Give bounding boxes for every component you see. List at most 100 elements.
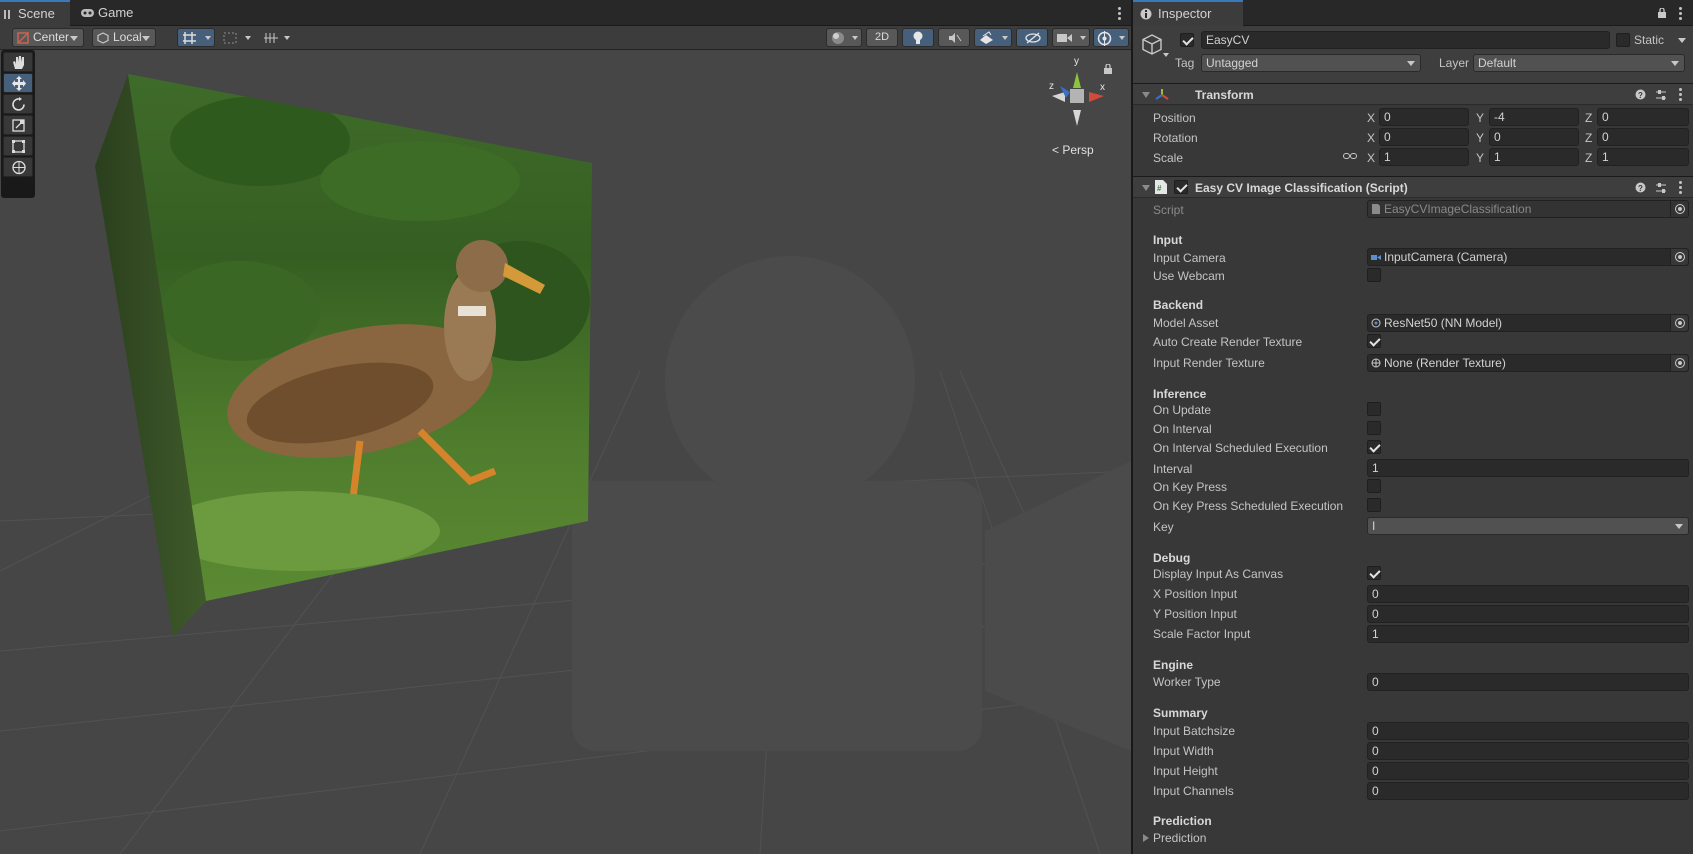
effects-toggle[interactable] (974, 28, 1012, 47)
rotation-y-field[interactable]: 0 (1489, 128, 1579, 146)
hidden-objects-toggle[interactable] (1016, 28, 1048, 47)
transform-more-menu-icon[interactable] (1679, 88, 1683, 103)
orientation-gizmo[interactable]: y x z (1044, 56, 1110, 136)
audio-mute-icon (949, 33, 962, 43)
projection-toggle[interactable]: < Persp (1052, 143, 1094, 157)
position-z-field[interactable]: 0 (1597, 108, 1689, 126)
object-picker-icon[interactable] (1670, 249, 1688, 265)
audio-toggle[interactable] (938, 28, 970, 47)
rect-tool[interactable] (3, 136, 33, 156)
model-asset-label: Model Asset (1153, 316, 1219, 330)
on-interval-checkbox[interactable] (1367, 421, 1381, 435)
tab-game[interactable]: Game (78, 0, 142, 26)
y-pos-input-field[interactable]: 0 (1367, 605, 1689, 623)
scene-3d-canvas[interactable] (0, 51, 1131, 854)
on-key-press-sched-checkbox[interactable] (1367, 498, 1381, 512)
transform-header[interactable]: Transform ? (1133, 83, 1693, 105)
input-camera-field[interactable]: InputCamera (Camera) (1367, 248, 1689, 266)
gizmos-button[interactable] (1093, 28, 1129, 47)
camera-settings-button[interactable] (1052, 28, 1090, 47)
rotate-tool[interactable] (3, 94, 33, 114)
gizmo-x-cone[interactable] (1089, 92, 1104, 102)
2d-mode-button[interactable]: 2D (866, 28, 898, 47)
inspector-more-menu-icon[interactable] (1679, 7, 1683, 22)
auto-create-rt-label: Auto Create Render Texture (1153, 335, 1303, 349)
tag-dropdown[interactable]: Untagged (1201, 54, 1421, 72)
icon-picker-caret[interactable] (1163, 53, 1169, 57)
help-icon[interactable]: ? (1635, 89, 1646, 100)
layer-dropdown[interactable]: Default (1473, 54, 1685, 72)
gizmo-neg-y-cone[interactable] (1073, 110, 1081, 126)
rotation-z-field[interactable]: 0 (1597, 128, 1689, 146)
static-checkbox[interactable] (1616, 33, 1630, 47)
grid-snap-button[interactable] (177, 28, 215, 47)
object-picker-icon[interactable] (1670, 315, 1688, 331)
tab-inspector[interactable]: Inspector (1133, 0, 1243, 26)
gameobject-cube-icon[interactable] (1141, 33, 1163, 57)
position-y-field[interactable]: -4 (1489, 108, 1579, 126)
tab-scene[interactable]: Scene (0, 0, 70, 26)
prediction-foldout-icon[interactable] (1143, 834, 1149, 842)
scene-view-panel[interactable]: Scene Game Center Local 2D y x z < Persp (0, 0, 1131, 854)
input-width-field[interactable]: 0 (1367, 742, 1689, 760)
gizmo-neg-x-cone[interactable] (1052, 92, 1065, 102)
static-dropdown-caret[interactable] (1678, 38, 1686, 43)
inspector-lock-icon[interactable] (1658, 8, 1666, 18)
x-pos-input-field[interactable]: 0 (1367, 585, 1689, 603)
increment-snap-button[interactable] (259, 28, 294, 47)
move-tool[interactable] (3, 73, 33, 93)
script-component-header[interactable]: # Easy CV Image Classification (Script) … (1133, 176, 1693, 198)
use-webcam-checkbox[interactable] (1367, 268, 1381, 282)
hand-icon (13, 56, 24, 69)
scale-tool[interactable] (3, 115, 33, 135)
prediction-foldout[interactable]: Prediction (1141, 830, 1341, 846)
on-interval-sched-checkbox[interactable] (1367, 440, 1381, 454)
script-enabled-checkbox[interactable] (1174, 180, 1188, 194)
gameobject-active-checkbox[interactable] (1180, 33, 1194, 47)
key-dropdown[interactable]: I (1367, 517, 1689, 535)
csharp-script-icon: # (1155, 180, 1167, 194)
scene-viewport[interactable] (0, 51, 1131, 854)
link-broken-icon[interactable] (1343, 151, 1357, 161)
script-more-menu-icon[interactable] (1679, 181, 1683, 196)
preset-sliders-icon[interactable] (1655, 89, 1667, 101)
scale-x-field[interactable]: 1 (1379, 148, 1469, 166)
input-channels-field[interactable]: 0 (1367, 782, 1689, 800)
grid-visibility-button[interactable] (219, 28, 255, 47)
input-batchsize-field[interactable]: 0 (1367, 722, 1689, 740)
svg-text:?: ? (1638, 184, 1643, 193)
rotation-x-field[interactable]: 0 (1379, 128, 1469, 146)
gameobject-name-field[interactable]: EasyCV (1201, 31, 1610, 49)
preset-sliders-icon[interactable] (1655, 182, 1667, 194)
on-key-press-checkbox[interactable] (1367, 479, 1381, 493)
auto-create-rt-checkbox[interactable] (1367, 334, 1381, 348)
model-asset-field[interactable]: ResNet50 (NN Model) (1367, 314, 1689, 332)
interval-field[interactable]: 1 (1367, 459, 1689, 477)
lighting-toggle[interactable] (902, 28, 934, 47)
help-icon[interactable]: ? (1635, 182, 1646, 193)
scale-z-field[interactable]: 1 (1597, 148, 1689, 166)
display-input-canvas-checkbox[interactable] (1367, 566, 1381, 580)
script-foldout-icon[interactable] (1142, 185, 1150, 191)
pivot-dropdown[interactable]: Center (12, 28, 84, 47)
input-rt-field[interactable]: None (Render Texture) (1367, 354, 1689, 372)
transform-tool[interactable] (3, 157, 33, 177)
object-picker-icon[interactable] (1670, 355, 1688, 371)
input-height-field[interactable]: 0 (1367, 762, 1689, 780)
scene-more-menu-icon[interactable] (1118, 7, 1122, 22)
gizmo-y-cone[interactable] (1073, 72, 1081, 88)
scale-factor-input-field[interactable]: 1 (1367, 625, 1689, 643)
transform-foldout-icon[interactable] (1142, 92, 1150, 98)
worker-type-field[interactable]: 0 (1367, 673, 1689, 691)
position-x-field[interactable]: 0 (1379, 108, 1469, 126)
scale-y-field[interactable]: 1 (1489, 148, 1579, 166)
script-component-title: Easy CV Image Classification (Script) (1195, 181, 1408, 195)
space-dropdown[interactable]: Local (92, 28, 156, 47)
pivot-icon (17, 32, 29, 44)
gizmo-center-cube[interactable] (1070, 89, 1084, 103)
on-interval-sched-label: On Interval Scheduled Execution (1153, 441, 1328, 455)
on-update-checkbox[interactable] (1367, 402, 1381, 416)
hand-tool[interactable] (3, 52, 33, 72)
section-prediction: Prediction (1153, 814, 1212, 828)
shading-mode-button[interactable] (826, 28, 862, 47)
